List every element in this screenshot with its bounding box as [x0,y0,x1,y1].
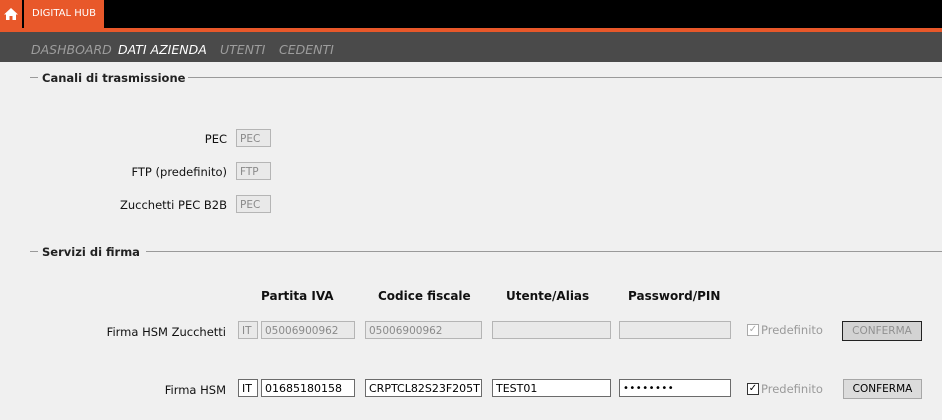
fieldset-border [30,77,38,78]
predefinito-checkbox[interactable]: ✓ [747,383,759,395]
fieldset-border [30,251,38,252]
country-code-field: IT [238,321,258,339]
predefinito-checkbox: ✓ [747,324,759,336]
label-zucchetti-pec: Zucchetti PEC B2B [119,198,227,212]
column-partita-iva: Partita IVA [261,289,334,303]
section-title-firma: Servizi di firma [42,245,140,259]
column-utente-alias: Utente/Alias [506,289,590,303]
partita-iva-field: 05006900962 [261,321,355,339]
nav-dashboard[interactable]: DASHBOARD [31,42,112,57]
main-nav: DASHBOARD DATI AZIENDA UTENTI CEDENTI [0,32,942,62]
codice-fiscale-field: 05006900962 [365,321,482,339]
conferma-button[interactable]: CONFERMA [843,379,922,399]
utente-alias-field [492,321,611,339]
label-ftp: FTP (predefinito) [131,165,228,179]
column-password-pin: Password/PIN [628,289,721,303]
predefinito-label: Predefinito [761,323,823,337]
label-firma-hsm: Firma HSM [164,383,226,397]
country-code-field[interactable]: IT [238,379,258,397]
nav-cedenti[interactable]: CEDENTI [279,42,334,57]
fieldset-border [188,77,942,78]
field-ftp: FTP [236,162,271,180]
section-title-canali: Canali di trasmissione [42,71,186,85]
predefinito-label: Predefinito [761,382,823,396]
home-button[interactable] [0,0,22,28]
nav-dati-azienda[interactable]: DATI AZIENDA [118,42,207,57]
field-pec: PEC [236,129,271,147]
nav-utenti[interactable]: UTENTI [220,42,265,57]
password-pin-field [619,321,731,339]
home-icon [4,8,18,20]
label-pec: PEC [204,132,227,146]
partita-iva-field[interactable]: 01685180158 [261,379,355,397]
utente-alias-field[interactable]: TEST01 [492,379,611,397]
column-codice-fiscale: Codice fiscale [378,289,471,303]
field-zucchetti-pec: PEC [236,195,271,213]
brand-tab[interactable]: DIGITAL HUB [24,0,104,28]
password-pin-field[interactable]: •••••••• [619,379,731,397]
codice-fiscale-field[interactable]: CRPTCL82S23F205T [365,379,482,397]
fieldset-border [146,251,942,252]
top-bar [0,0,942,28]
label-firma-hsm-zucchetti: Firma HSM Zucchetti [106,325,226,339]
conferma-button: CONFERMA [842,321,922,341]
